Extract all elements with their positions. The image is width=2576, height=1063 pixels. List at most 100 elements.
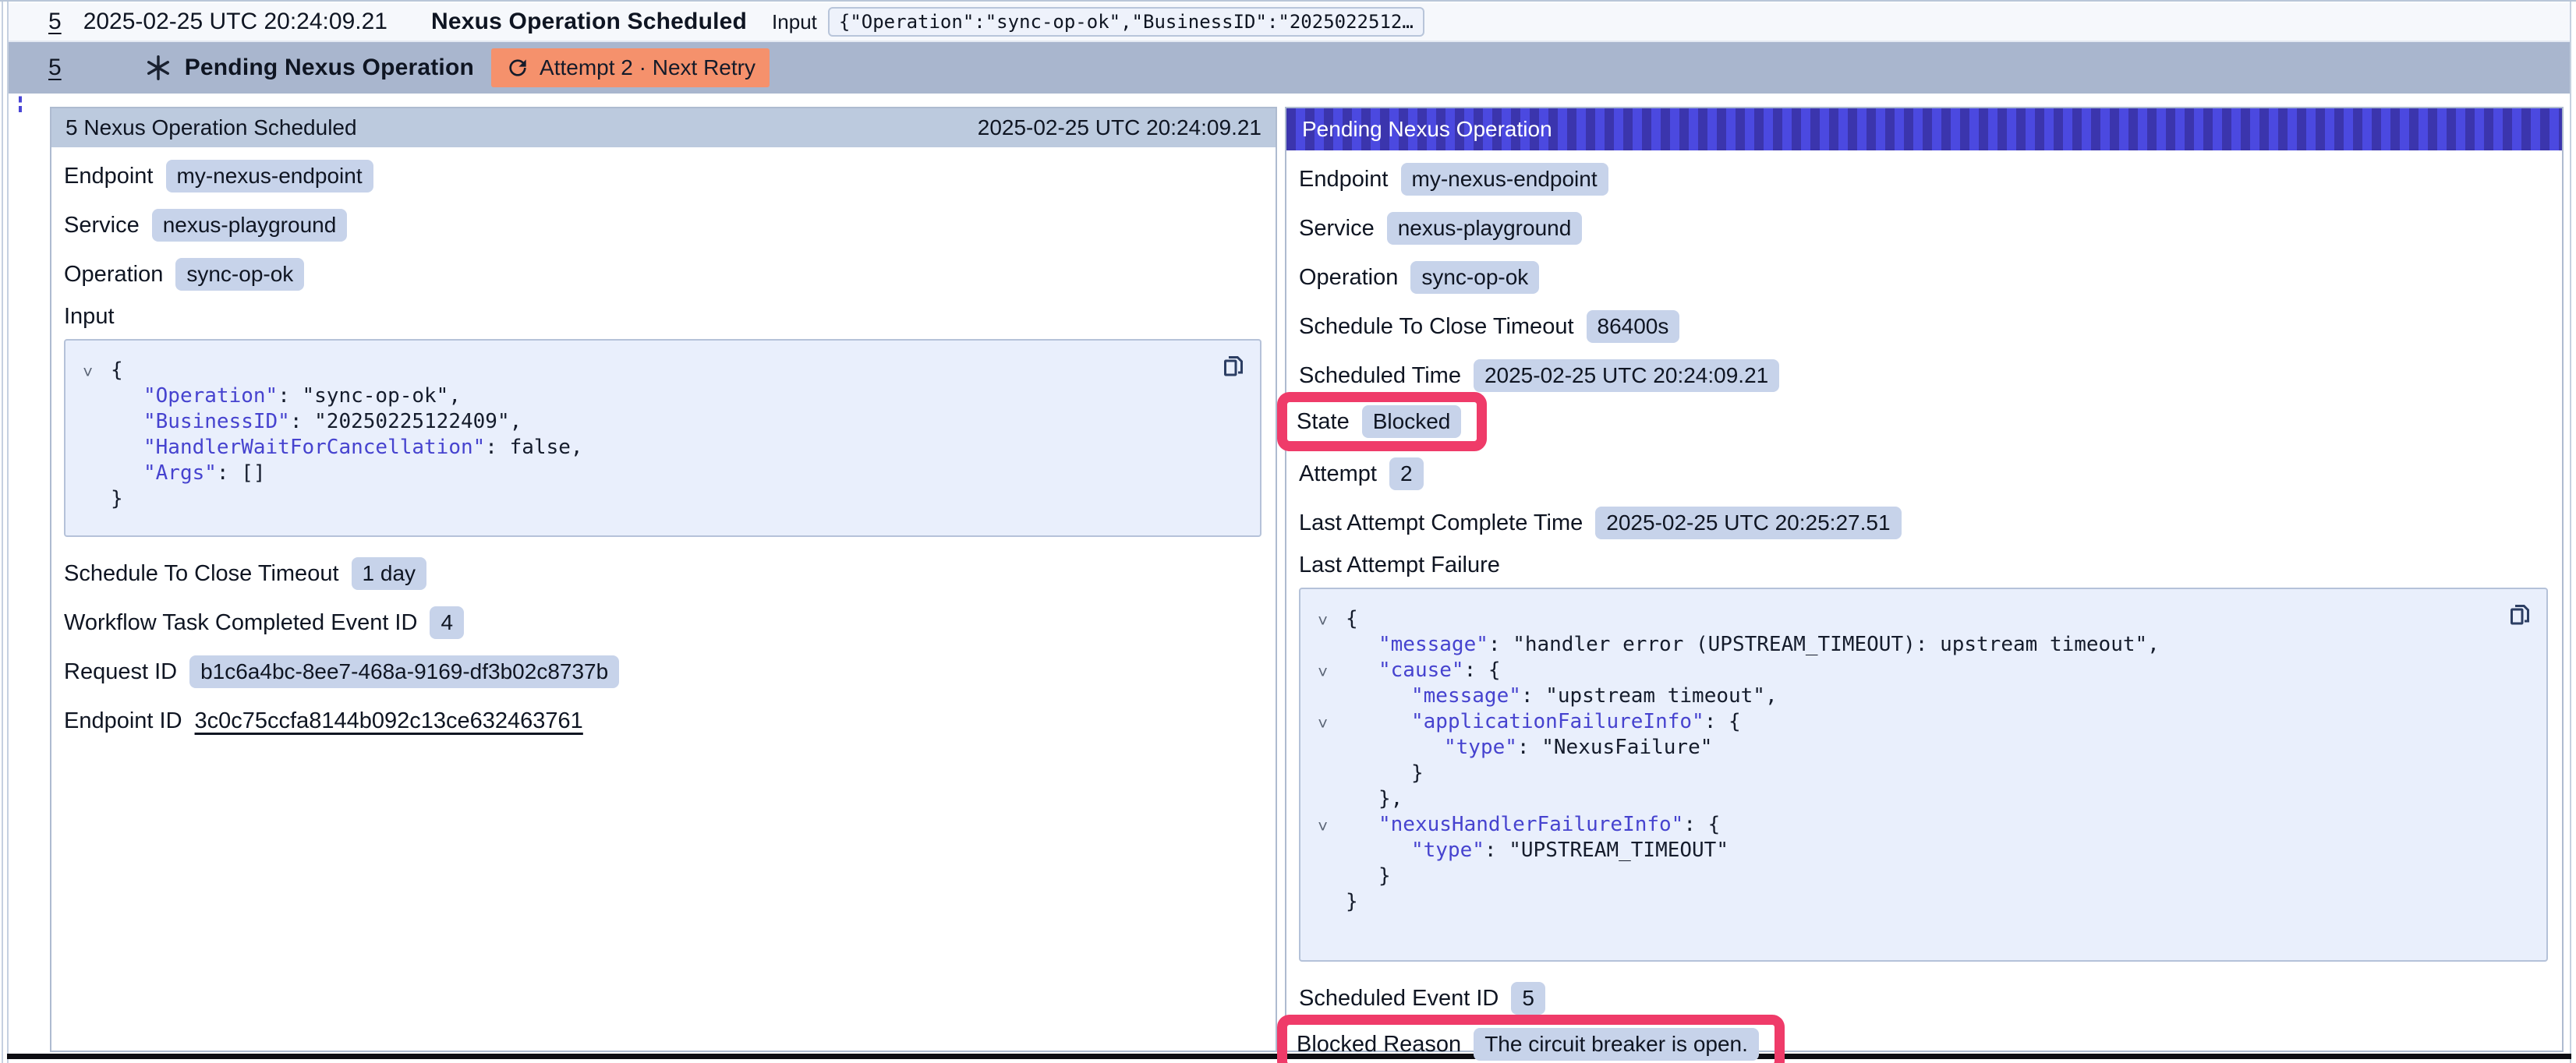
- input-json-viewer: ˅{"Operation": "sync-op-ok","BusinessID"…: [64, 339, 1261, 537]
- json-key: "type": [1444, 735, 1517, 761]
- json-text: }: [111, 486, 123, 512]
- chevron-down-icon[interactable]: ˅: [1311, 712, 1346, 737]
- detail-value: 2: [1389, 457, 1424, 490]
- json-text: {: [1346, 606, 1358, 632]
- copy-icon: [2506, 600, 2534, 628]
- json-line: ˅{: [76, 358, 1244, 383]
- detail-row: Service nexus-playground: [64, 206, 1261, 245]
- copy-icon: [1219, 351, 1247, 380]
- detail-label: Scheduled Event ID: [1299, 986, 1499, 1012]
- json-text: : []: [217, 461, 266, 486]
- json-text: : "NexusFailure": [1517, 735, 1712, 761]
- json-key: "HandlerWaitForCancellation": [143, 435, 485, 461]
- gutter: [1311, 789, 1346, 814]
- detail-value: 1 day: [352, 557, 427, 590]
- detail-value: b1c6a4bc-8ee7-468a-9169-df3b02c8737b: [189, 655, 619, 688]
- json-text: : {: [1683, 812, 1720, 838]
- pending-card-header: Pending Nexus Operation: [1286, 108, 2562, 150]
- detail-label: Workflow Task Completed Event ID: [64, 610, 417, 636]
- event-title: Nexus Operation Scheduled: [431, 9, 747, 35]
- event-id-link[interactable]: 5: [48, 9, 62, 35]
- detail-value: 5: [1511, 982, 1545, 1015]
- scheduled-card-title: 5 Nexus Operation Scheduled: [65, 115, 357, 140]
- json-key: "Operation": [143, 383, 278, 409]
- detail-label: Last Attempt Complete Time: [1299, 510, 1583, 536]
- scheduled-event-detail-card: 5 Nexus Operation Scheduled 2025-02-25 U…: [50, 107, 1277, 1052]
- json-line: "Args": []: [76, 461, 1244, 486]
- scheduled-card-header: 5 Nexus Operation Scheduled 2025-02-25 U…: [51, 108, 1276, 147]
- detail-row: Scheduled Event ID 5: [1299, 979, 2548, 1018]
- chevron-down-icon[interactable]: ˅: [1311, 814, 1346, 840]
- scheduled-card-timestamp: 2025-02-25 UTC 20:24:09.21: [978, 115, 1261, 140]
- detail-label: State: [1297, 409, 1350, 435]
- input-section-label: Input: [64, 304, 1261, 330]
- detail-label: Scheduled Time: [1299, 363, 1461, 389]
- detail-label: Schedule To Close Timeout: [1299, 314, 1574, 340]
- json-text: }: [1346, 889, 1358, 915]
- gutter: [1311, 686, 1346, 712]
- detail-label: Attempt: [1299, 461, 1377, 487]
- detail-value: sync-op-ok: [1410, 261, 1539, 294]
- chevron-down-icon[interactable]: ˅: [1311, 660, 1346, 686]
- detail-label: Service: [64, 213, 140, 238]
- json-line: }: [1311, 863, 2531, 889]
- event-row-pending-nexus-operation[interactable]: 5 Pending Nexus Operation Attempt 2 · Ne…: [9, 42, 2570, 94]
- retry-attempt-badge: Attempt 2 · Next Retry: [491, 48, 770, 87]
- pending-card-title: Pending Nexus Operation: [1302, 117, 1552, 142]
- event-history-expanded-panel: 5 2025-02-25 UTC 20:24:09.21 Nexus Opera…: [0, 0, 2576, 1063]
- detail-value: nexus-playground: [152, 209, 348, 242]
- json-key: "message": [1411, 683, 1521, 709]
- detail-label: Endpoint ID: [64, 708, 182, 734]
- detail-row: Last Attempt Complete Time2025-02-25 UTC…: [1299, 503, 2548, 542]
- gutter: [1311, 737, 1346, 763]
- json-text: : "upstream timeout",: [1521, 683, 1778, 709]
- detail-row: Attempt 2: [1299, 454, 2548, 493]
- event-row-nexus-operation-scheduled[interactable]: 5 2025-02-25 UTC 20:24:09.21 Nexus Opera…: [9, 3, 2570, 42]
- detail-row: StateBlocked: [1299, 405, 2548, 444]
- gutter: [1311, 763, 1346, 789]
- json-text: : "20250225122409",: [290, 409, 522, 435]
- json-line: ˅{: [1311, 606, 2531, 632]
- json-text: : "UPSTREAM_TIMEOUT": [1484, 838, 1729, 863]
- json-text: {: [111, 358, 123, 383]
- json-text: }: [1378, 863, 1391, 889]
- copy-button[interactable]: [2506, 600, 2534, 630]
- detail-label: Operation: [64, 262, 163, 288]
- gutter: [76, 463, 111, 489]
- detail-row: Operationsync-op-ok: [1299, 258, 2548, 297]
- detail-value[interactable]: 3c0c75ccfa8144b092c13ce632463761: [195, 708, 583, 734]
- pink-highlight-box: StateBlocked: [1277, 392, 1487, 451]
- json-key: "nexusHandlerFailureInfo": [1378, 812, 1683, 838]
- pending-asterisk-icon: [144, 54, 172, 82]
- json-line: "type": "NexusFailure": [1311, 735, 2531, 761]
- detail-value: 4: [430, 606, 464, 639]
- right-border-line: [2570, 2, 2571, 1063]
- failure-json-viewer: ˅{"message": "handler error (UPSTREAM_TI…: [1299, 588, 2548, 962]
- pending-event-title: Pending Nexus Operation: [185, 55, 474, 81]
- json-line: "BusinessID": "20250225122409",: [76, 409, 1244, 435]
- json-key: "BusinessID": [143, 409, 290, 435]
- json-text: : {: [1464, 658, 1501, 683]
- json-line: "message": "upstream timeout",: [1311, 683, 2531, 709]
- json-line: "HandlerWaitForCancellation": false,: [76, 435, 1244, 461]
- detail-value: my-nexus-endpoint: [166, 160, 373, 192]
- copy-button[interactable]: [1219, 351, 1247, 382]
- detail-row: Servicenexus-playground: [1299, 209, 2548, 248]
- json-key: "applicationFailureInfo": [1411, 709, 1704, 735]
- input-label: Input: [772, 10, 817, 34]
- detail-value: 2025-02-25 UTC 20:24:09.21: [1474, 359, 1779, 392]
- chevron-down-icon[interactable]: ˅: [1311, 609, 1346, 634]
- event-id-link[interactable]: 5: [48, 55, 62, 81]
- detail-label: Schedule To Close Timeout: [64, 561, 339, 587]
- chevron-down-icon[interactable]: ˅: [76, 360, 111, 386]
- gutter: [1311, 840, 1346, 866]
- json-line: "Operation": "sync-op-ok",: [76, 383, 1244, 409]
- detail-value: nexus-playground: [1387, 212, 1583, 245]
- json-line: "type": "UPSTREAM_TIMEOUT": [1311, 838, 2531, 863]
- json-line: "message": "handler error (UPSTREAM_TIME…: [1311, 632, 2531, 658]
- pending-operation-detail-card: Pending Nexus Operation Endpointmy-nexus…: [1285, 107, 2564, 1052]
- detail-row: Schedule To Close Timeout86400s: [1299, 307, 2548, 346]
- json-key: "Args": [143, 461, 217, 486]
- json-key: "type": [1411, 838, 1484, 863]
- detail-label: Blocked Reason: [1297, 1032, 1461, 1058]
